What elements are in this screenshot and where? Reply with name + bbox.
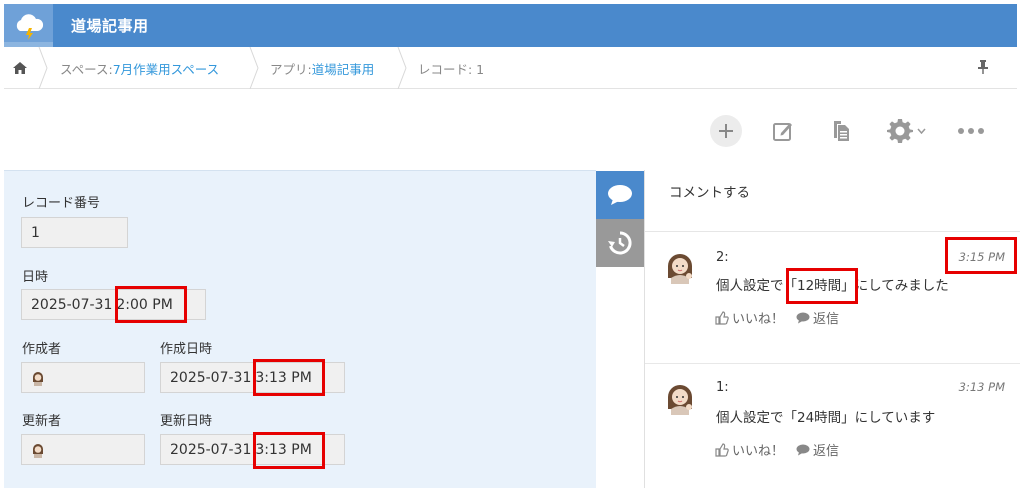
breadcrumb: スペース: 7月作業用スペース アプリ: 道場記事用 レコード: 1 (4, 47, 1017, 89)
created-at-field: 2025-07-31 3:13 PM (160, 362, 345, 393)
like-button[interactable]: いいね！ (715, 440, 784, 459)
home-crumb[interactable] (12, 47, 28, 89)
comment-text: 個人設定で「12時間」にしてみました (716, 274, 949, 294)
gear-icon (886, 119, 913, 143)
reply-label: 返信 (813, 312, 840, 327)
tab-comments[interactable] (596, 171, 644, 219)
comment-time: 3:13 PM (958, 380, 1005, 394)
comment-divider (645, 363, 1020, 364)
updater-field (21, 434, 145, 465)
comment-number: 2: (716, 250, 729, 265)
updated-at-time: 3:13 PM (255, 441, 312, 458)
reply-button[interactable]: 返信 (796, 308, 839, 327)
comment-panel: コメントする 2: 3:15 PM 個人設定で「12時間」にしてみました いいね… (644, 170, 1020, 488)
comment-text-before: 個人設定で (716, 278, 784, 294)
record-number-label: レコード番号 (22, 196, 101, 211)
comment-text-highlight: 「12時間」 (783, 278, 855, 294)
user-avatar-icon (33, 371, 43, 386)
datetime-field: 2025-07-31 2:00 PM (21, 289, 206, 320)
comment-text: 個人設定で「24時間」にしています (716, 410, 936, 426)
created-at-date: 2025-07-31 (170, 369, 252, 386)
comment-actions: いいね！ 返信 (715, 308, 851, 327)
updated-at-label: 更新日時 (160, 414, 213, 429)
created-at-time: 3:13 PM (255, 369, 312, 386)
reply-bubble-icon (796, 312, 810, 323)
breadcrumb-separator (397, 47, 407, 89)
space-link[interactable]: 7月作業用スペース (113, 59, 219, 78)
duplicate-record-button[interactable] (826, 115, 856, 147)
breadcrumb-separator (249, 47, 259, 89)
datetime-label: 日時 (22, 270, 49, 285)
created-at-label: 作成日時 (160, 342, 213, 357)
tab-history[interactable] (596, 219, 644, 267)
app-header: 道場記事用 (4, 4, 1017, 47)
edit-icon (773, 123, 792, 141)
app-prefix: アプリ: (270, 61, 312, 77)
creator-field (21, 362, 145, 393)
app-logo-icon[interactable] (4, 4, 53, 47)
breadcrumb-separator (38, 47, 48, 89)
like-label: いいね！ (732, 312, 785, 327)
pin-icon[interactable] (977, 59, 989, 79)
user-avatar-icon (668, 385, 692, 415)
speech-bubble-icon (608, 185, 632, 205)
more-dots-icon (958, 128, 984, 134)
updater-label: 更新者 (22, 414, 62, 429)
breadcrumb-record: レコード: 1 (418, 61, 485, 77)
edit-record-button[interactable] (768, 115, 798, 147)
comment-time: 3:15 PM (958, 250, 1005, 264)
space-prefix: スペース: (60, 61, 113, 77)
plus-icon (719, 124, 733, 138)
comment-text-after: にしてみました (854, 278, 949, 294)
app-title: 道場記事用 (71, 17, 149, 35)
chevron-down-icon (916, 128, 926, 134)
creator-label: 作成者 (22, 342, 62, 357)
thumbs-up-icon (715, 310, 729, 325)
reply-bubble-icon (796, 444, 810, 455)
like-label: いいね！ (732, 444, 785, 459)
history-icon (608, 231, 632, 255)
settings-menu-button[interactable] (882, 115, 930, 147)
datetime-date: 2025-07-31 (31, 296, 113, 313)
user-avatar-icon (668, 254, 692, 284)
comment-input[interactable]: コメントする (645, 170, 1020, 232)
add-record-button[interactable] (710, 115, 742, 147)
reply-button[interactable]: 返信 (796, 440, 839, 459)
updated-at-field: 2025-07-31 3:13 PM (160, 434, 345, 465)
comment-actions: いいね！ 返信 (715, 440, 851, 459)
record-toolbar (4, 90, 1017, 170)
like-button[interactable]: いいね！ (715, 308, 784, 327)
home-icon (13, 62, 27, 74)
app-link[interactable]: 道場記事用 (312, 59, 375, 78)
record-detail-area: レコード番号 1 日時 2025-07-31 2:00 PM 作成者 作成日時 2… (4, 170, 596, 488)
reply-label: 返信 (813, 444, 840, 459)
more-options-button[interactable] (954, 115, 988, 147)
user-avatar-icon (33, 443, 43, 458)
record-number-field: 1 (21, 217, 128, 248)
copy-icon (834, 121, 849, 141)
thumbs-up-icon (715, 442, 729, 457)
breadcrumb-app[interactable]: アプリ: 道場記事用 (270, 47, 374, 89)
updated-at-date: 2025-07-31 (170, 441, 252, 458)
datetime-time: 2:00 PM (116, 296, 173, 313)
breadcrumb-space[interactable]: スペース: 7月作業用スペース (60, 47, 219, 89)
comment-number: 1: (716, 380, 729, 395)
